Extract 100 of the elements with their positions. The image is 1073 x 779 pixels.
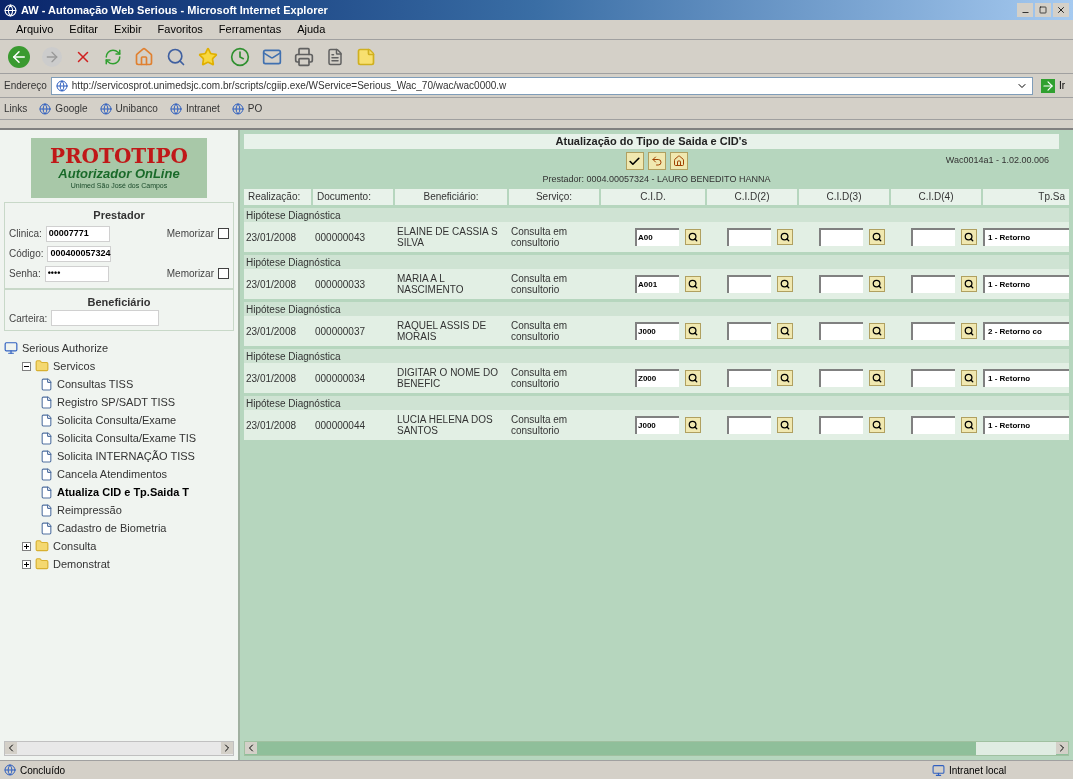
search-button[interactable]: [869, 229, 885, 245]
search-button[interactable]: [869, 370, 885, 386]
print-icon[interactable]: [294, 46, 314, 67]
tree-item[interactable]: Atualiza CID e Tp.Saida T: [57, 483, 190, 501]
dropdown[interactable]: 2 - Retorno co: [983, 322, 1069, 340]
input-field[interactable]: [911, 369, 955, 387]
menu-item[interactable]: Ajuda: [297, 21, 326, 38]
search-button[interactable]: [961, 229, 977, 245]
scroll-right-icon[interactable]: [221, 742, 233, 754]
input-field[interactable]: [819, 369, 863, 387]
refresh-icon[interactable]: [104, 47, 122, 66]
history-icon[interactable]: [230, 46, 250, 67]
tree-item[interactable]: Cadastro de Biometria: [57, 519, 167, 537]
search-button[interactable]: [869, 323, 885, 339]
tree-item[interactable]: Servicos: [53, 357, 96, 375]
input-field[interactable]: J000: [635, 322, 679, 340]
search-button[interactable]: [685, 417, 701, 433]
search-button[interactable]: [685, 370, 701, 386]
tree-item[interactable]: Registro SP/SADT TISS: [57, 393, 176, 411]
confirm-button[interactable]: [625, 152, 644, 170]
input-field[interactable]: [911, 416, 955, 434]
tree-item[interactable]: Reimpressão: [57, 501, 122, 519]
search-button[interactable]: [777, 276, 793, 292]
input-field[interactable]: [819, 275, 863, 293]
link[interactable]: PO: [231, 101, 263, 116]
tree-item[interactable]: Consulta: [53, 537, 97, 555]
input-field[interactable]: [727, 275, 771, 293]
close-button[interactable]: [1053, 3, 1069, 17]
input-field[interactable]: [819, 228, 863, 246]
table-cell-text: DIGITAR O NOME DO BENEFIC: [396, 367, 499, 389]
address-field[interactable]: http://servicosprot.unimedsjc.com.br/scripts/cgiip.exe/WService=Serious_Wac_70/wac/wac0000.w: [50, 76, 1033, 95]
search-icon: [872, 420, 882, 430]
input-field[interactable]: A00: [635, 228, 679, 246]
dropdown[interactable]: 1 - Retorno: [983, 416, 1069, 434]
expand-toggle-icon[interactable]: [22, 559, 31, 569]
search-button[interactable]: [685, 276, 701, 292]
undo-button[interactable]: [647, 152, 666, 170]
dropdown[interactable]: 1 - Retorno: [983, 275, 1069, 293]
search-button[interactable]: [869, 417, 885, 433]
search-button[interactable]: [777, 417, 793, 433]
search-button[interactable]: [961, 370, 977, 386]
checkbox[interactable]: [218, 228, 229, 239]
scrollbar[interactable]: [244, 741, 1069, 756]
search-button[interactable]: [869, 276, 885, 292]
go-button[interactable]: Ir: [1036, 78, 1069, 93]
input-field[interactable]: ••••: [44, 265, 109, 282]
link[interactable]: Unibanco: [99, 101, 158, 116]
tree-item[interactable]: Cancela Atendimentos: [57, 465, 168, 483]
input-field[interactable]: [911, 228, 955, 246]
search-button[interactable]: [777, 229, 793, 245]
tree-item[interactable]: Solicita Consulta/Exame: [57, 411, 177, 429]
table-cell-text: RAQUEL ASSIS DE MORAIS: [396, 320, 488, 342]
search-button[interactable]: [961, 323, 977, 339]
search-button[interactable]: [961, 276, 977, 292]
link[interactable]: Google: [39, 101, 88, 116]
search-icon[interactable]: [166, 46, 186, 67]
tree-item[interactable]: Serious Authorize: [22, 339, 109, 357]
link[interactable]: Intranet: [169, 101, 220, 116]
input-field[interactable]: 00007771: [45, 225, 110, 242]
scroll-left-icon[interactable]: [5, 742, 17, 754]
search-button[interactable]: [685, 323, 701, 339]
collapse-toggle-icon[interactable]: [22, 361, 31, 371]
expand-toggle-icon[interactable]: [22, 541, 31, 551]
scroll-right-icon[interactable]: [1056, 742, 1068, 754]
back-icon[interactable]: [8, 45, 30, 68]
menu-item[interactable]: Favoritos: [157, 21, 203, 38]
input-field[interactable]: [819, 322, 863, 340]
home-button[interactable]: [669, 152, 688, 170]
tree-item[interactable]: Demonstrat: [53, 555, 110, 573]
tree-item[interactable]: Solicita Consulta/Exame TIS: [57, 429, 197, 447]
scroll-left-icon[interactable]: [245, 742, 257, 754]
search-icon: [688, 232, 698, 242]
minimize-button[interactable]: [1017, 3, 1033, 17]
search-button[interactable]: [685, 229, 701, 245]
menu-item[interactable]: Exibir: [114, 21, 142, 38]
input-field[interactable]: A001: [635, 275, 679, 293]
edit-icon[interactable]: [326, 47, 344, 66]
dropdown[interactable]: 1 - Retorno: [983, 228, 1069, 246]
menu-item[interactable]: Ferramentas: [218, 21, 282, 38]
search-button[interactable]: [961, 417, 977, 433]
input-field[interactable]: [727, 369, 771, 387]
input-field[interactable]: [819, 416, 863, 434]
search-button[interactable]: [777, 323, 793, 339]
search-button[interactable]: [777, 370, 793, 386]
menu-item[interactable]: Arquivo: [16, 21, 54, 38]
input-field[interactable]: 000400057324: [47, 245, 112, 262]
table-cell-text: Consulta em consultorio: [510, 320, 569, 342]
menu-item[interactable]: Editar: [69, 21, 99, 38]
input-field[interactable]: J000: [635, 416, 679, 434]
input-field[interactable]: [727, 322, 771, 340]
input-field[interactable]: [727, 228, 771, 246]
dropdown[interactable]: 1 - Retorno: [983, 369, 1069, 387]
checkbox[interactable]: [218, 268, 229, 279]
input-field[interactable]: [727, 416, 771, 434]
tree-item[interactable]: Consultas TISS: [57, 375, 134, 393]
input-field[interactable]: [911, 322, 955, 340]
tree-item[interactable]: Solicita INTERNAÇÃO TISS: [57, 447, 195, 465]
scrollbar[interactable]: [4, 741, 234, 756]
input-field[interactable]: [911, 275, 955, 293]
input-field[interactable]: Z000: [635, 369, 679, 387]
